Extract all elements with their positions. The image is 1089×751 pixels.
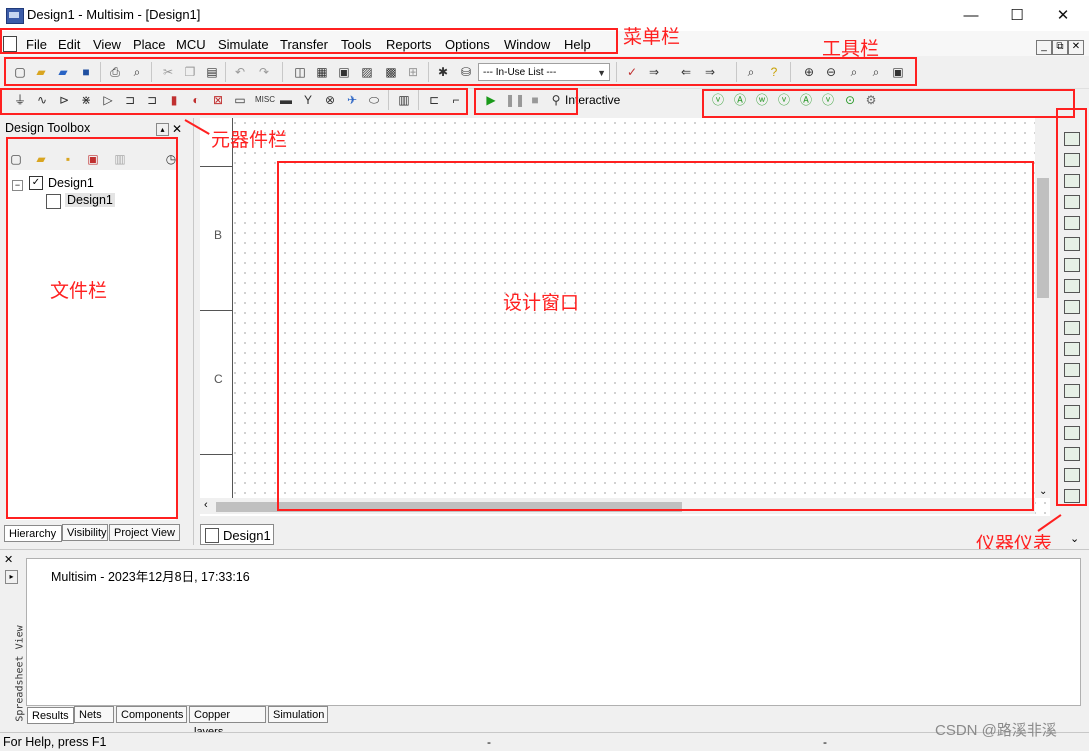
row-label-c: C bbox=[214, 372, 223, 386]
instruments-highlight bbox=[1056, 108, 1087, 506]
toolbar-highlight bbox=[4, 57, 917, 86]
label-component-bar: 元器件栏 bbox=[211, 129, 288, 151]
row-label-b: B bbox=[214, 228, 223, 242]
status-separator-2: - bbox=[823, 735, 827, 749]
maximize-button[interactable]: ☐ bbox=[994, 3, 1040, 29]
scroll-left-icon[interactable]: ‹ bbox=[204, 499, 208, 511]
log-entry: Multisim - 2023年12月8日, 17:33:16 bbox=[51, 570, 250, 584]
pin-icon[interactable]: ▴ bbox=[156, 123, 169, 136]
label-design-window: 设计窗口 bbox=[503, 292, 580, 314]
mdi-close-button[interactable]: ✕ bbox=[1068, 40, 1084, 55]
close-button[interactable]: ✕ bbox=[1040, 3, 1086, 29]
spreadsheet-pin-icon[interactable]: ▸ bbox=[5, 570, 18, 584]
mdi-minimize-button[interactable]: _ bbox=[1036, 40, 1052, 55]
design-toolbox-title: Design Toolbox bbox=[5, 121, 91, 135]
minimize-button[interactable]: — bbox=[948, 3, 994, 29]
label-toolbar: 工具栏 bbox=[822, 38, 880, 60]
tab-nets[interactable]: Nets bbox=[74, 706, 114, 723]
status-separator-1: - bbox=[487, 735, 491, 749]
expand-icon[interactable]: ⌄ bbox=[1070, 532, 1079, 545]
tab-results[interactable]: Results bbox=[27, 707, 74, 724]
tab-components[interactable]: Components bbox=[116, 706, 187, 723]
tab-simulation[interactable]: Simulation bbox=[268, 706, 328, 723]
label-menu-bar: 菜单栏 bbox=[623, 26, 681, 48]
spreadsheet-close-icon[interactable]: ✕ bbox=[4, 553, 13, 566]
scroll-down-icon[interactable]: ⌄ bbox=[1039, 486, 1047, 497]
spreadsheet-view-label: Spreadsheet View bbox=[14, 625, 26, 722]
watermark: CSDN @路溪非溪 bbox=[935, 722, 1057, 739]
row-ruler bbox=[200, 118, 233, 498]
component-bar-highlight bbox=[0, 88, 468, 115]
tab-hierarchy[interactable]: Hierarchy bbox=[4, 525, 62, 542]
window-title: Design1 - Multisim - [Design1] bbox=[27, 7, 201, 22]
design-window-highlight bbox=[277, 161, 1034, 511]
vertical-scrollbar[interactable] bbox=[1035, 118, 1051, 498]
tab-visibility[interactable]: Visibility bbox=[62, 524, 108, 541]
mdi-restore-button[interactable]: ⧉ bbox=[1052, 40, 1068, 55]
file-panel-highlight bbox=[6, 137, 178, 519]
label-file-bar: 文件栏 bbox=[50, 280, 108, 302]
vertical-scroll-thumb[interactable] bbox=[1037, 178, 1049, 298]
multisim-app-icon bbox=[6, 8, 24, 24]
probe-bar-highlight bbox=[702, 89, 1075, 118]
status-help-text: For Help, press F1 bbox=[3, 735, 107, 749]
tab-copper-layers[interactable]: Copper layers bbox=[189, 706, 266, 738]
tab-project-view[interactable]: Project View bbox=[109, 524, 180, 541]
status-bar bbox=[0, 732, 1089, 751]
schematic-tab-icon bbox=[205, 528, 219, 543]
menu-bar-highlight bbox=[0, 28, 618, 54]
simulation-controls-highlight bbox=[474, 88, 578, 115]
toolbox-close-icon[interactable]: ✕ bbox=[172, 122, 182, 136]
